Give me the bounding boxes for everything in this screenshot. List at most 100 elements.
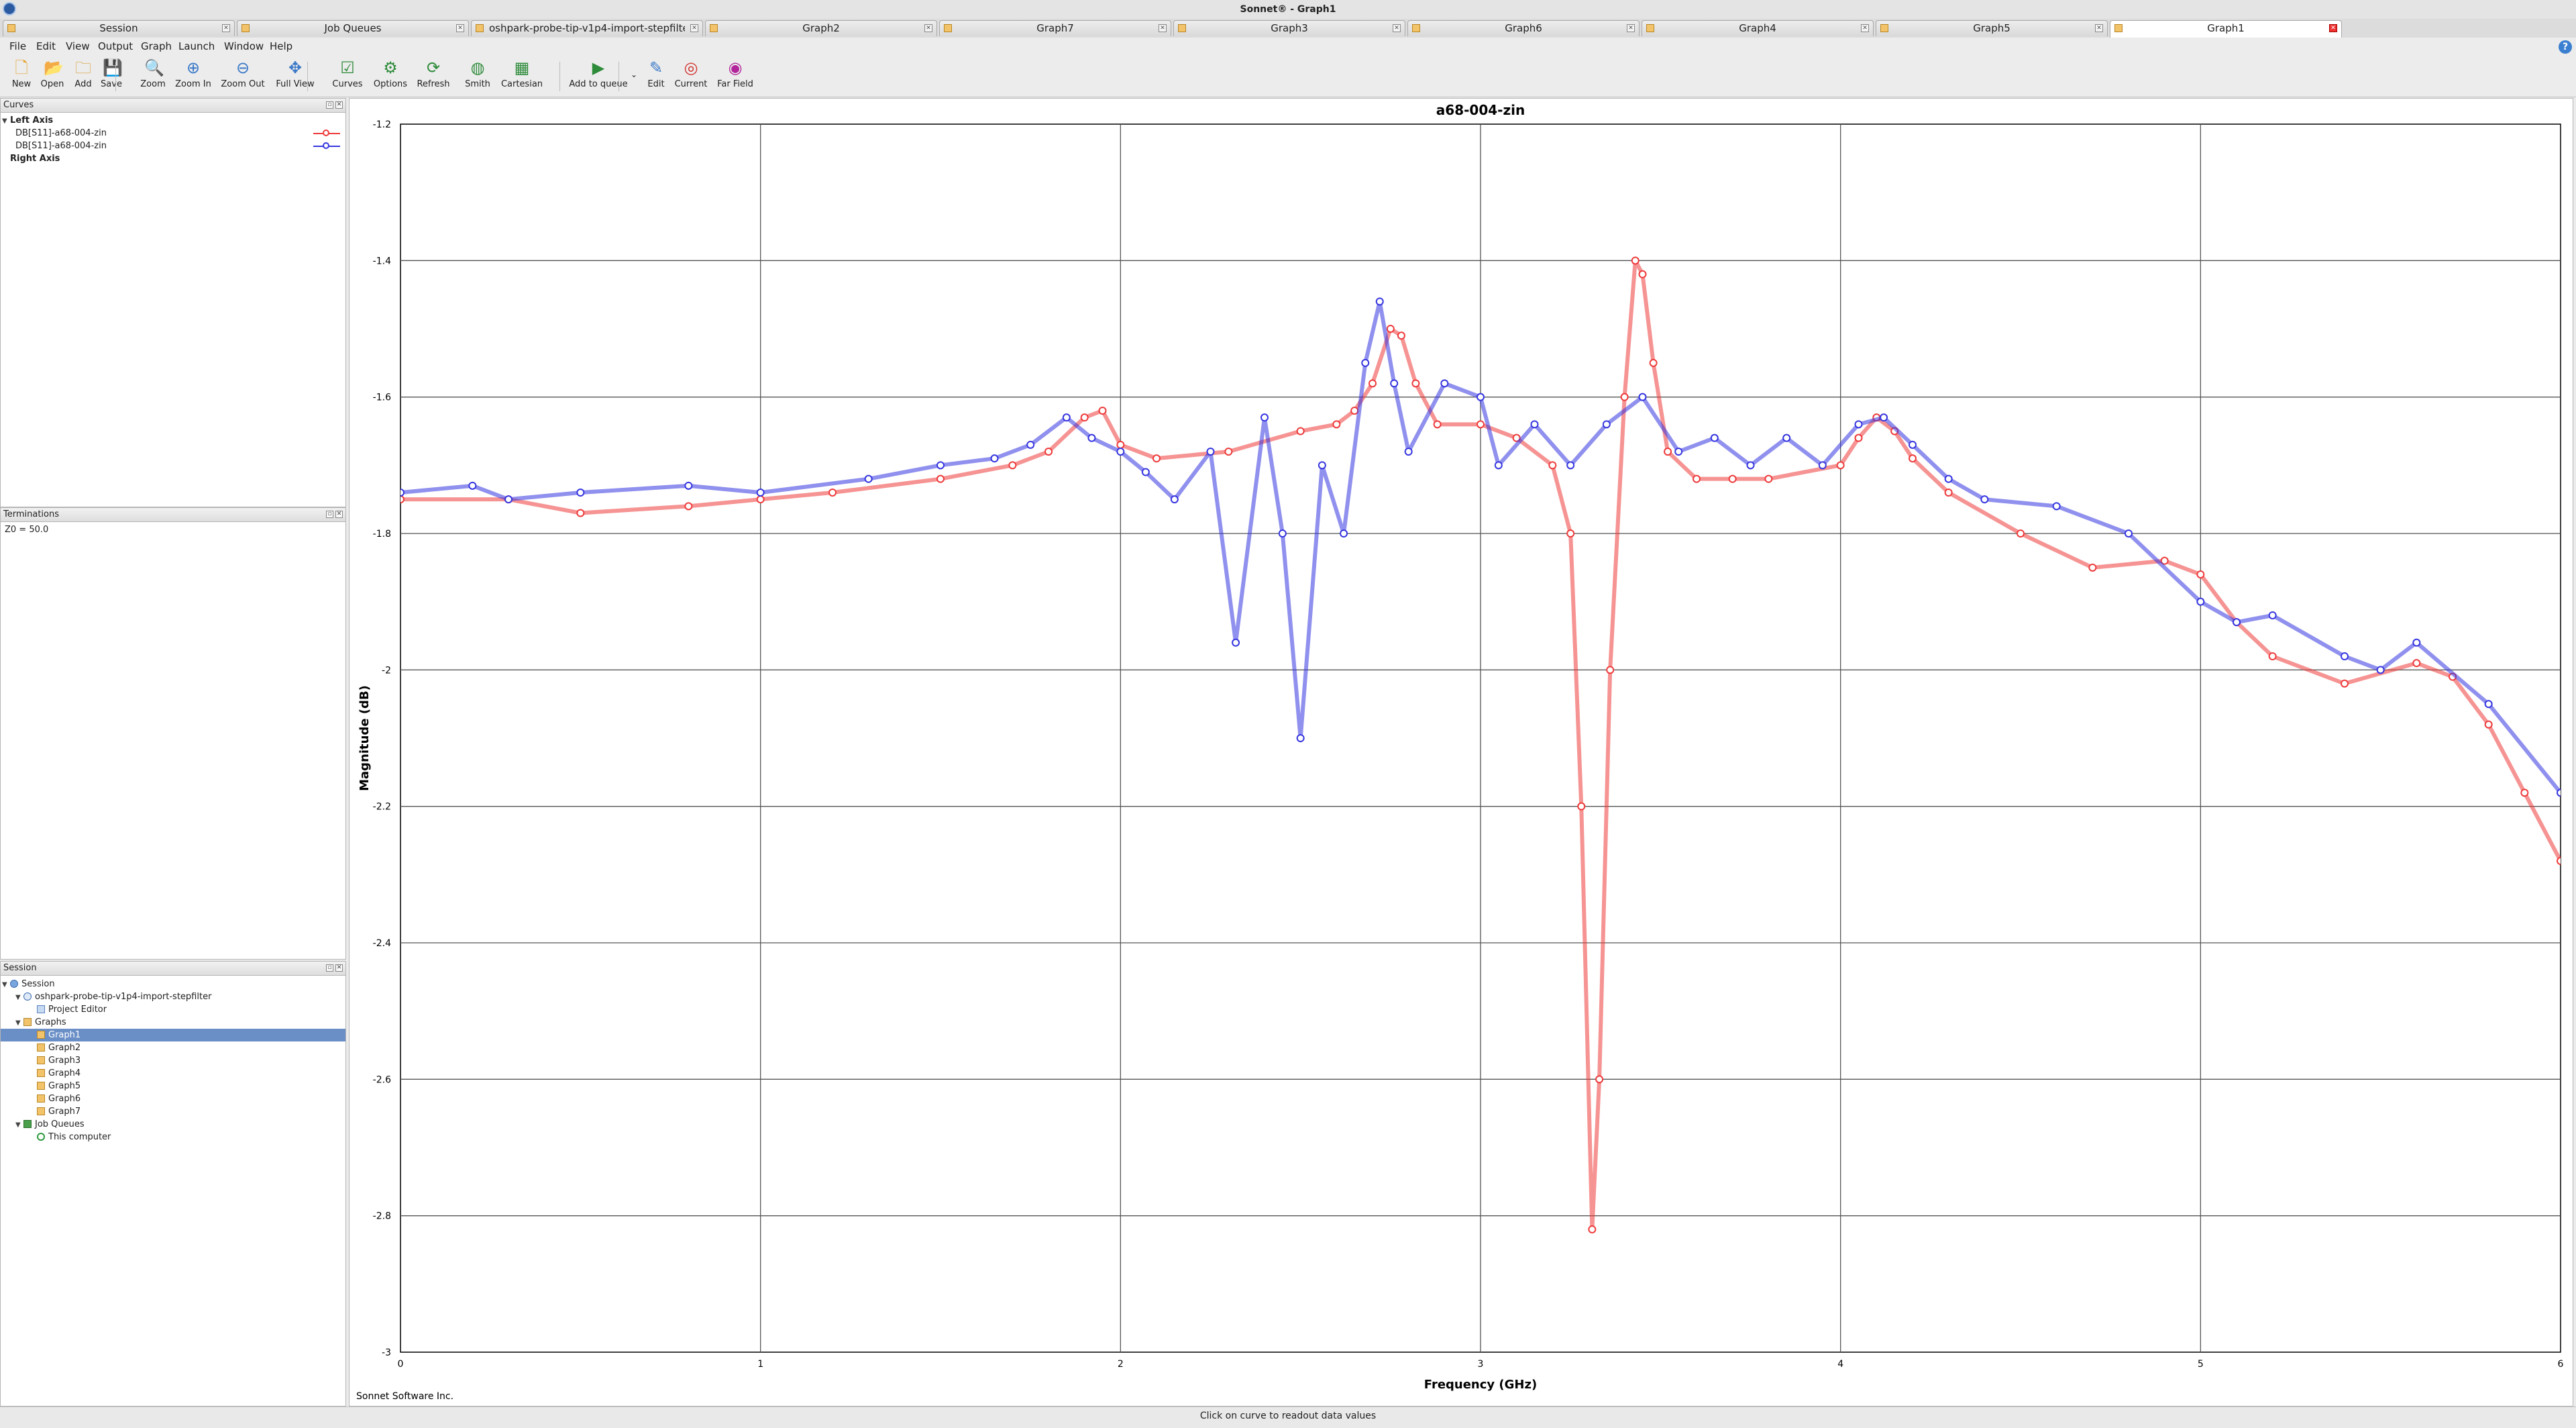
data-point[interactable] bbox=[2125, 529, 2133, 538]
data-point[interactable] bbox=[1368, 379, 1377, 388]
data-point[interactable] bbox=[1260, 413, 1269, 422]
data-point[interactable] bbox=[1026, 440, 1035, 449]
tab-close-icon[interactable]: ✕ bbox=[1861, 24, 1869, 32]
data-point[interactable] bbox=[1361, 358, 1370, 367]
data-point[interactable] bbox=[2088, 563, 2097, 572]
data-point[interactable] bbox=[1980, 495, 1989, 504]
data-point[interactable] bbox=[1494, 461, 1503, 470]
session-tree-item[interactable]: ▼ Graphs bbox=[1, 1016, 345, 1029]
data-point[interactable] bbox=[1044, 448, 1053, 456]
data-point[interactable] bbox=[1674, 448, 1683, 456]
tab-close-icon[interactable]: ✕ bbox=[2095, 24, 2103, 32]
data-point[interactable] bbox=[1340, 529, 1348, 538]
session-tree-item[interactable]: ▼ Job Queues bbox=[1, 1118, 345, 1131]
session-tree-item[interactable]: Graph6 bbox=[1, 1092, 345, 1105]
menu-launch[interactable]: Launch bbox=[178, 38, 215, 55]
data-point[interactable] bbox=[1664, 448, 1672, 456]
data-point[interactable] bbox=[1098, 407, 1107, 415]
zoom-in-button[interactable]: ⊕ Zoom In bbox=[166, 59, 220, 95]
menu-view[interactable]: View bbox=[66, 38, 90, 55]
session-tree-item[interactable]: This computer bbox=[1, 1131, 345, 1143]
data-point[interactable] bbox=[1318, 461, 1326, 470]
session-tree-item[interactable]: Graph4 bbox=[1, 1067, 345, 1080]
data-point[interactable] bbox=[1206, 448, 1215, 456]
data-point[interactable] bbox=[1224, 448, 1233, 456]
data-point[interactable] bbox=[2557, 788, 2564, 797]
panel-restore-icon[interactable]: ▫ bbox=[326, 511, 333, 518]
curve-item-blue[interactable]: DB[S11]-a68-004-zin bbox=[1, 140, 345, 152]
right-axis-node[interactable]: Right Axis bbox=[1, 152, 345, 165]
data-point[interactable] bbox=[756, 495, 765, 504]
data-point[interactable] bbox=[1836, 461, 1845, 470]
session-tree-item[interactable]: Graph5 bbox=[1, 1080, 345, 1092]
data-point[interactable] bbox=[1170, 495, 1179, 504]
tab-graph1[interactable]: Graph1 ✕ bbox=[2110, 20, 2342, 38]
data-point[interactable] bbox=[1710, 434, 1719, 442]
graph-view[interactable]: a68-004-zin 0 1 2 3 4 5 6 -3 -2.8 -2.6 -2.4 -2.2 -2 -1… bbox=[349, 98, 2573, 1407]
tab-close-icon[interactable]: ✕ bbox=[222, 24, 230, 32]
data-point[interactable] bbox=[1080, 413, 1089, 422]
tab-close-icon[interactable]: ✕ bbox=[1627, 24, 1635, 32]
menu-output[interactable]: Output bbox=[98, 38, 133, 55]
session-tree-item[interactable]: Project Editor bbox=[1, 1003, 345, 1016]
data-point[interactable] bbox=[2484, 700, 2493, 709]
data-point[interactable] bbox=[1296, 427, 1305, 436]
session-tree-item[interactable]: Graph7 bbox=[1, 1105, 345, 1118]
data-point[interactable] bbox=[1116, 440, 1125, 449]
expand-arrow-icon[interactable]: ▼ bbox=[2, 978, 10, 991]
data-point[interactable] bbox=[1440, 379, 1449, 388]
data-point[interactable] bbox=[1620, 393, 1629, 401]
data-point[interactable] bbox=[1649, 358, 1658, 367]
data-point[interactable] bbox=[576, 489, 585, 497]
data-point[interactable] bbox=[1638, 270, 1647, 278]
panel-restore-icon[interactable]: ▫ bbox=[326, 101, 333, 109]
data-point[interactable] bbox=[2341, 652, 2349, 660]
session-tree-item[interactable]: Graph1 bbox=[1, 1029, 345, 1041]
data-point[interactable] bbox=[1152, 454, 1161, 463]
tab-graph2[interactable]: Graph2 ✕ bbox=[705, 20, 937, 36]
data-point[interactable] bbox=[1397, 332, 1405, 340]
data-point[interactable] bbox=[1693, 474, 1701, 483]
data-point[interactable] bbox=[684, 481, 693, 490]
data-point[interactable] bbox=[1296, 734, 1305, 742]
data-point[interactable] bbox=[1818, 461, 1827, 470]
data-point[interactable] bbox=[2196, 597, 2205, 606]
zoom-out-button[interactable]: ⊖ Zoom Out bbox=[216, 59, 270, 95]
data-point[interactable] bbox=[1390, 379, 1399, 388]
menu-file[interactable]: File bbox=[9, 38, 26, 55]
tab-close-icon[interactable]: ✕ bbox=[924, 24, 932, 32]
panel-close-icon[interactable]: ✕ bbox=[335, 101, 343, 109]
session-tree-item[interactable]: Graph2 bbox=[1, 1041, 345, 1054]
data-point[interactable] bbox=[1548, 461, 1557, 470]
data-point[interactable] bbox=[1854, 434, 1863, 442]
data-point[interactable] bbox=[1880, 413, 1888, 422]
data-point[interactable] bbox=[1433, 420, 1442, 429]
data-point[interactable] bbox=[1141, 468, 1150, 476]
data-point[interactable] bbox=[1854, 420, 1863, 429]
data-point[interactable] bbox=[1602, 420, 1611, 429]
expand-arrow-icon[interactable]: ▼ bbox=[15, 1119, 23, 1131]
data-point[interactable] bbox=[397, 495, 405, 504]
panel-restore-icon[interactable]: ▫ bbox=[326, 964, 333, 972]
data-point[interactable] bbox=[1008, 461, 1017, 470]
data-point[interactable] bbox=[1606, 666, 1615, 674]
data-point[interactable] bbox=[1477, 420, 1485, 429]
data-point[interactable] bbox=[1278, 529, 1287, 538]
data-point[interactable] bbox=[864, 474, 873, 483]
data-point[interactable] bbox=[2268, 611, 2277, 619]
data-point[interactable] bbox=[1232, 638, 1240, 647]
tab-close-icon[interactable]: ✕ bbox=[1159, 24, 1167, 32]
data-point[interactable] bbox=[1116, 448, 1125, 456]
data-point[interactable] bbox=[2017, 529, 2025, 538]
add-to-queue-button[interactable]: ▶ Add to queue bbox=[565, 59, 632, 95]
data-point[interactable] bbox=[1764, 474, 1773, 483]
data-point[interactable] bbox=[576, 509, 585, 517]
session-tree-item[interactable]: ▼ oshpark-probe-tip-v1p4-import-stepfilte… bbox=[1, 990, 345, 1003]
tab-oshpark-probe-tip-v1p4-import-stepfilter[interactable]: oshpark-probe-tip-v1p4-import-stepfilter… bbox=[471, 20, 703, 36]
tab-close-icon[interactable]: ✕ bbox=[1393, 24, 1401, 32]
data-point[interactable] bbox=[1577, 802, 1586, 811]
data-point[interactable] bbox=[2341, 679, 2349, 688]
full-view-button[interactable]: ✥ Full View bbox=[268, 59, 322, 95]
data-point[interactable] bbox=[936, 461, 945, 470]
tab-job-queues[interactable]: Job Queues ✕ bbox=[237, 20, 469, 36]
